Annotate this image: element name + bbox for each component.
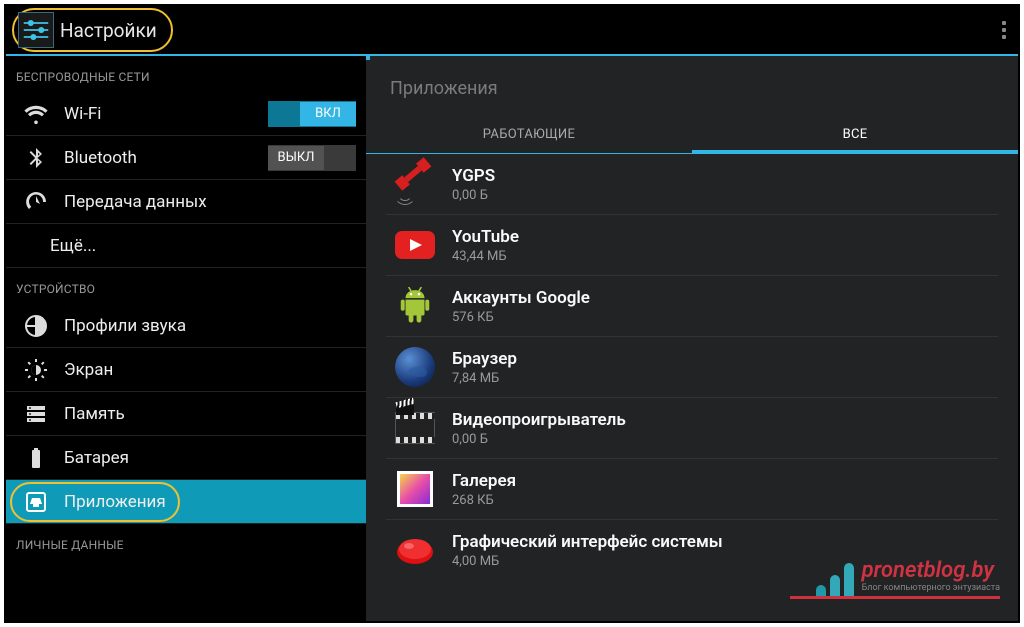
app-size: 0,00 Б <box>452 432 998 447</box>
app-size: 268 КБ <box>452 493 998 508</box>
more-label: Ещё... <box>50 236 356 256</box>
app-name: Аккаунты Google <box>452 288 998 308</box>
app-size: 4,00 МБ <box>452 554 998 569</box>
ygps-icon <box>394 163 436 205</box>
storage-icon <box>24 402 48 426</box>
data-usage-icon <box>24 190 48 214</box>
section-personal-header: ЛИЧНЫЕ ДАННЫЕ <box>6 524 366 560</box>
page-title: Настройки <box>60 19 157 42</box>
gallery-icon <box>394 468 436 510</box>
battery-icon <box>24 446 48 470</box>
app-row-video-player[interactable]: Видеопроигрыватель 0,00 Б <box>386 398 998 459</box>
app-name: Графический интерфейс системы <box>452 532 998 552</box>
sidebar-item-audio-profiles[interactable]: Профили звука <box>6 304 366 348</box>
audio-profiles-label: Профили звука <box>64 316 356 336</box>
storage-label: Память <box>64 404 356 424</box>
bluetooth-icon <box>24 146 48 170</box>
sidebar-item-more[interactable]: Ещё... <box>6 224 366 268</box>
app-size: 0,00 Б <box>452 188 998 203</box>
app-row-gallery[interactable]: Галерея 268 КБ <box>386 459 998 520</box>
wifi-icon <box>24 102 48 126</box>
sidebar-item-display[interactable]: Экран <box>6 348 366 392</box>
app-name: YouTube <box>452 227 998 247</box>
sidebar-item-battery[interactable]: Батарея <box>6 436 366 480</box>
android-icon <box>394 285 436 327</box>
settings-icon <box>18 12 54 48</box>
section-wireless-header: БЕСПРОВОДНЫЕ СЕТИ <box>6 56 366 92</box>
tab-all[interactable]: ВСЕ <box>692 117 1018 154</box>
app-name: Браузер <box>452 349 998 369</box>
display-label: Экран <box>64 360 356 380</box>
header-title-highlight: Настройки <box>12 8 173 52</box>
app-name: YGPS <box>452 166 998 186</box>
app-header: Настройки <box>6 6 1018 56</box>
tab-running[interactable]: РАБОТАЮЩИЕ <box>366 117 692 153</box>
video-player-icon <box>394 407 436 449</box>
content-title: Приложения <box>366 56 1018 113</box>
app-size: 43,44 МБ <box>452 249 998 264</box>
app-row-google-accounts[interactable]: Аккаунты Google 576 КБ <box>386 276 998 337</box>
data-usage-label: Передача данных <box>64 192 356 212</box>
apps-label: Приложения <box>64 492 356 512</box>
app-row-browser[interactable]: Браузер 7,84 МБ <box>386 337 998 398</box>
app-row-youtube[interactable]: YouTube 43,44 МБ <box>386 215 998 276</box>
browser-icon <box>394 346 436 388</box>
app-list[interactable]: YGPS 0,00 Б YouTube 43,44 МБ Аккаунты Go… <box>366 154 1018 621</box>
content-pane: Приложения РАБОТАЮЩИЕ ВСЕ YGPS 0,00 Б Yo… <box>366 56 1018 621</box>
sidebar-item-wifi[interactable]: Wi-Fi ВКЛ <box>6 92 366 136</box>
settings-sidebar: БЕСПРОВОДНЫЕ СЕТИ Wi-Fi ВКЛ Bluetooth ВЫ… <box>6 56 366 621</box>
section-device-header: УСТРОЙСТВО <box>6 268 366 304</box>
jellybean-icon <box>394 529 436 571</box>
bluetooth-label: Bluetooth <box>64 148 268 168</box>
app-name: Видеопроигрыватель <box>452 410 998 430</box>
app-size: 7,84 МБ <box>452 371 998 386</box>
wifi-label: Wi-Fi <box>64 104 268 124</box>
sidebar-item-apps[interactable]: Приложения <box>6 480 366 524</box>
sidebar-item-data-usage[interactable]: Передача данных <box>6 180 366 224</box>
audio-profiles-icon <box>24 314 48 338</box>
overflow-menu-icon[interactable] <box>1002 21 1006 39</box>
sidebar-item-bluetooth[interactable]: Bluetooth ВЫКЛ <box>6 136 366 180</box>
apps-tabs: РАБОТАЮЩИЕ ВСЕ <box>366 113 1018 154</box>
youtube-icon <box>394 224 436 266</box>
app-name: Галерея <box>452 471 998 491</box>
bluetooth-toggle[interactable]: ВЫКЛ <box>268 145 356 171</box>
apps-icon <box>24 490 48 514</box>
sidebar-item-storage[interactable]: Память <box>6 392 366 436</box>
app-size: 576 КБ <box>452 310 998 325</box>
display-icon <box>24 358 48 382</box>
battery-label: Батарея <box>64 448 356 468</box>
wifi-toggle[interactable]: ВКЛ <box>268 101 356 127</box>
app-row-system-ui[interactable]: Графический интерфейс системы 4,00 МБ <box>386 520 998 580</box>
app-row-ygps[interactable]: YGPS 0,00 Б <box>386 154 998 215</box>
